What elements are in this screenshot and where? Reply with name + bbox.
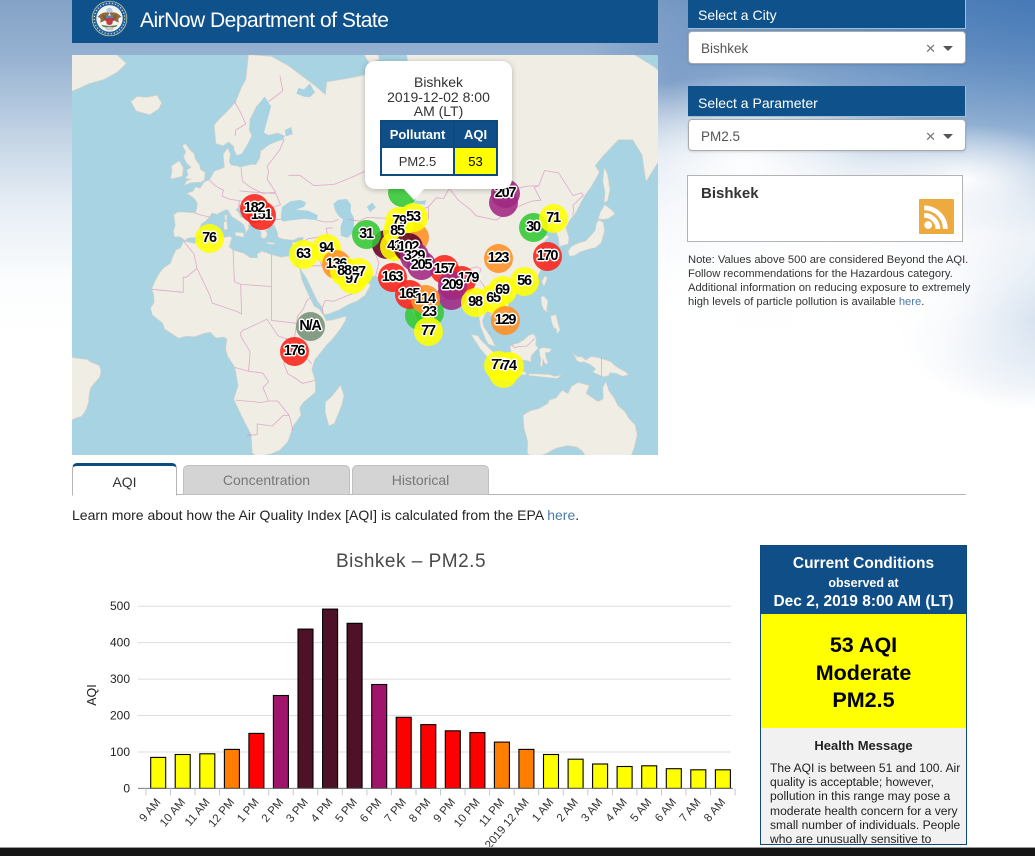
svg-text:10 PM: 10 PM [452, 797, 483, 830]
svg-text:1 PM: 1 PM [235, 797, 261, 825]
svg-text:AQI: AQI [85, 684, 99, 706]
svg-text:3 PM: 3 PM [284, 797, 310, 825]
svg-text:7 PM: 7 PM [383, 797, 409, 825]
svg-text:0: 0 [123, 781, 130, 795]
svg-text:12 PM: 12 PM [207, 797, 238, 830]
svg-text:Bishkek – PM2.5: Bishkek – PM2.5 [336, 551, 486, 572]
svg-text:400: 400 [110, 636, 130, 650]
svg-text:500: 500 [110, 599, 130, 613]
svg-text:7 AM: 7 AM [678, 797, 704, 825]
svg-text:300: 300 [110, 672, 130, 686]
svg-text:6 PM: 6 PM [358, 797, 384, 825]
svg-text:2 AM: 2 AM [555, 797, 581, 825]
svg-text:5 PM: 5 PM [333, 797, 359, 825]
svg-text:10 AM: 10 AM [158, 797, 188, 830]
svg-text:8 PM: 8 PM [407, 797, 433, 825]
svg-text:5 AM: 5 AM [628, 797, 654, 825]
svg-text:200: 200 [110, 709, 130, 723]
svg-text:4 AM: 4 AM [604, 797, 630, 825]
svg-text:3 AM: 3 AM [579, 797, 605, 825]
svg-text:6 AM: 6 AM [653, 797, 679, 825]
svg-text:2 PM: 2 PM [260, 797, 286, 825]
svg-text:1 AM: 1 AM [530, 797, 556, 825]
svg-text:8 AM: 8 AM [702, 797, 728, 825]
svg-text:4 PM: 4 PM [309, 797, 335, 825]
svg-text:100: 100 [110, 745, 130, 759]
